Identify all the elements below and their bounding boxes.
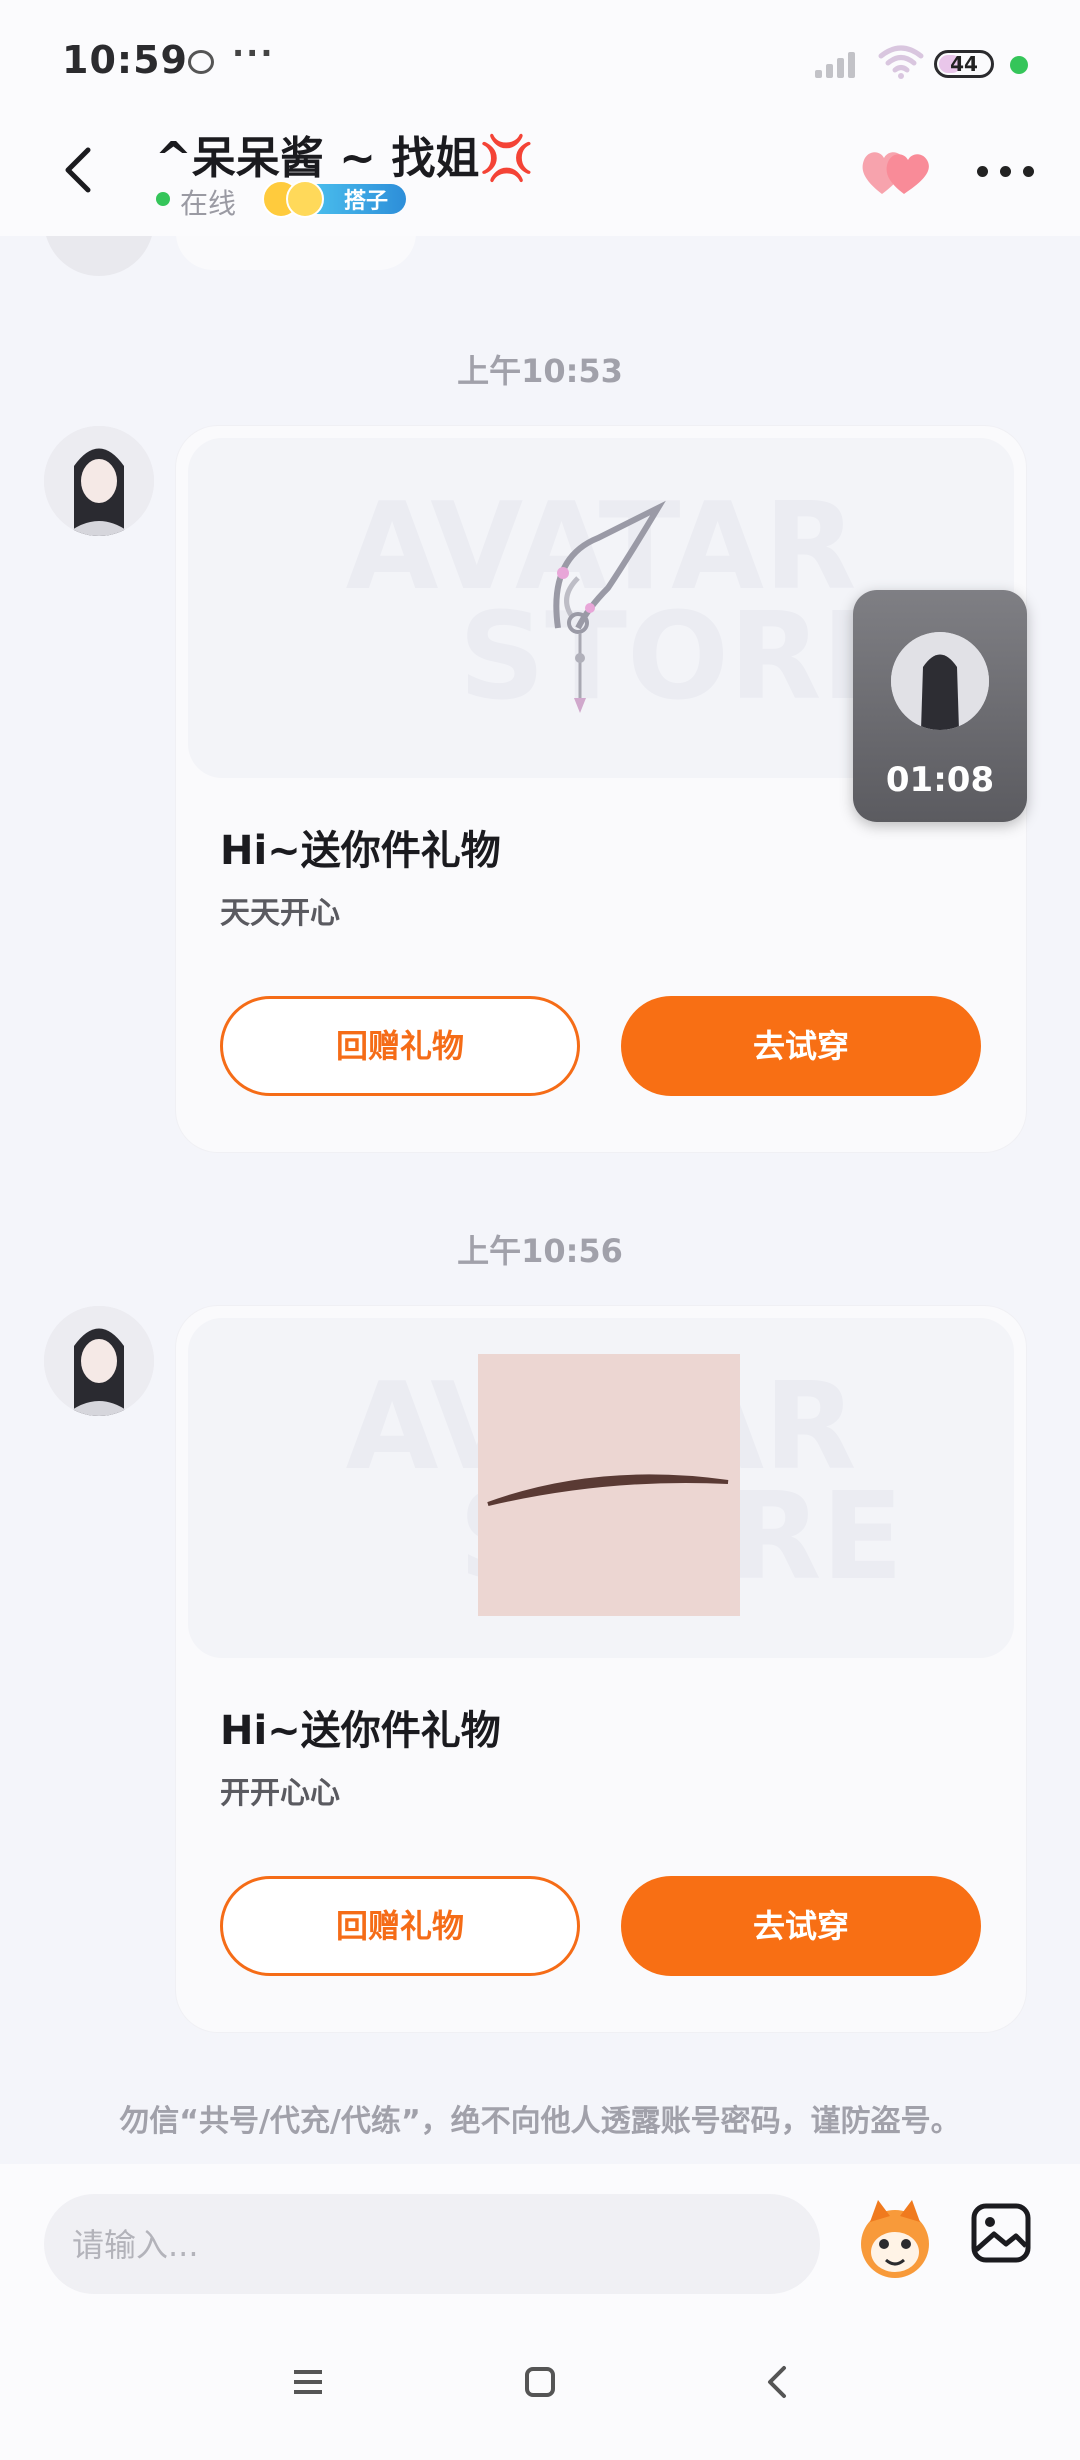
message-input-box[interactable] [44,2194,820,2296]
message-timestamp: 上午10:53 [457,352,623,390]
status-time: 10:59 [62,38,188,82]
system-navigation-bar [0,2304,1080,2460]
online-status-text: 在线 [180,187,237,220]
battery-level: 44 [950,52,978,76]
video-caller-avatar [891,632,989,730]
message-input[interactable] [70,2194,794,2296]
intimacy-hearts-icon[interactable] [860,146,932,198]
emoji-sticker-button[interactable] [852,2194,938,2284]
sender-avatar[interactable] [44,236,154,276]
home-icon[interactable] [510,2352,570,2412]
wifi-icon [878,45,924,79]
gift-message: 天天开心 [220,896,340,931]
earring-accessory-image [553,500,666,713]
gift-preview[interactable]: AVATAR STORE [188,1318,1014,1658]
more-options-button[interactable] [975,140,1037,200]
sender-avatar[interactable] [44,1306,154,1416]
previous-message-bubble [176,236,416,270]
chat-messages[interactable]: 上午10:53 AVATAR STORE Hi~送你件礼物 天天开心 回赠礼物 … [0,236,1080,2164]
try-on-button[interactable]: 去试穿 [621,1876,981,1976]
more-notifications-icon: ··· [232,34,275,72]
chat-header: ^呆呆酱 ~ 找姐💢 在线 搭子 [0,120,1080,236]
image-picker-button[interactable] [970,2202,1032,2264]
return-gift-button[interactable]: 回赠礼物 [220,996,580,1096]
back-nav-icon[interactable] [748,2352,808,2412]
status-bar: 10:59 ··· 44 [0,0,1080,120]
privacy-indicator-dot [1010,56,1028,74]
menu-icon[interactable] [278,2352,338,2412]
floating-video-window[interactable]: 01:08 [853,590,1027,822]
signal-icon [815,46,865,78]
sender-avatar[interactable] [44,426,154,536]
eyebrow-accessory-image [478,1354,740,1616]
security-notice: 勿信“共号/代充/代练”，绝不向他人透露账号密码，谨防盗号。 [119,2104,961,2139]
message-input-bar [0,2164,1080,2304]
gift-title: Hi~送你件礼物 [220,828,501,874]
gift-message: 开开心心 [220,1776,340,1811]
gift-card[interactable]: AVATAR STORE Hi~送你件礼物 开开心心 回赠礼物 去试穿 [176,1306,1026,2032]
message-timestamp: 上午10:56 [457,1232,623,1270]
notification-icon [188,50,214,74]
video-duration: 01:08 [885,760,995,800]
smile-emoji-icon [286,180,324,218]
battery-icon: 44 [934,50,994,78]
online-status-dot [156,192,170,206]
tag-label: 搭子 [344,189,389,214]
return-gift-button[interactable]: 回赠礼物 [220,1876,580,1976]
back-button[interactable] [50,140,110,200]
partner-tag-badge[interactable]: 搭子 [262,180,408,218]
gift-title: Hi~送你件礼物 [220,1708,501,1754]
chat-title[interactable]: ^呆呆酱 ~ 找姐💢 [155,122,534,186]
try-on-button[interactable]: 去试穿 [621,996,981,1096]
